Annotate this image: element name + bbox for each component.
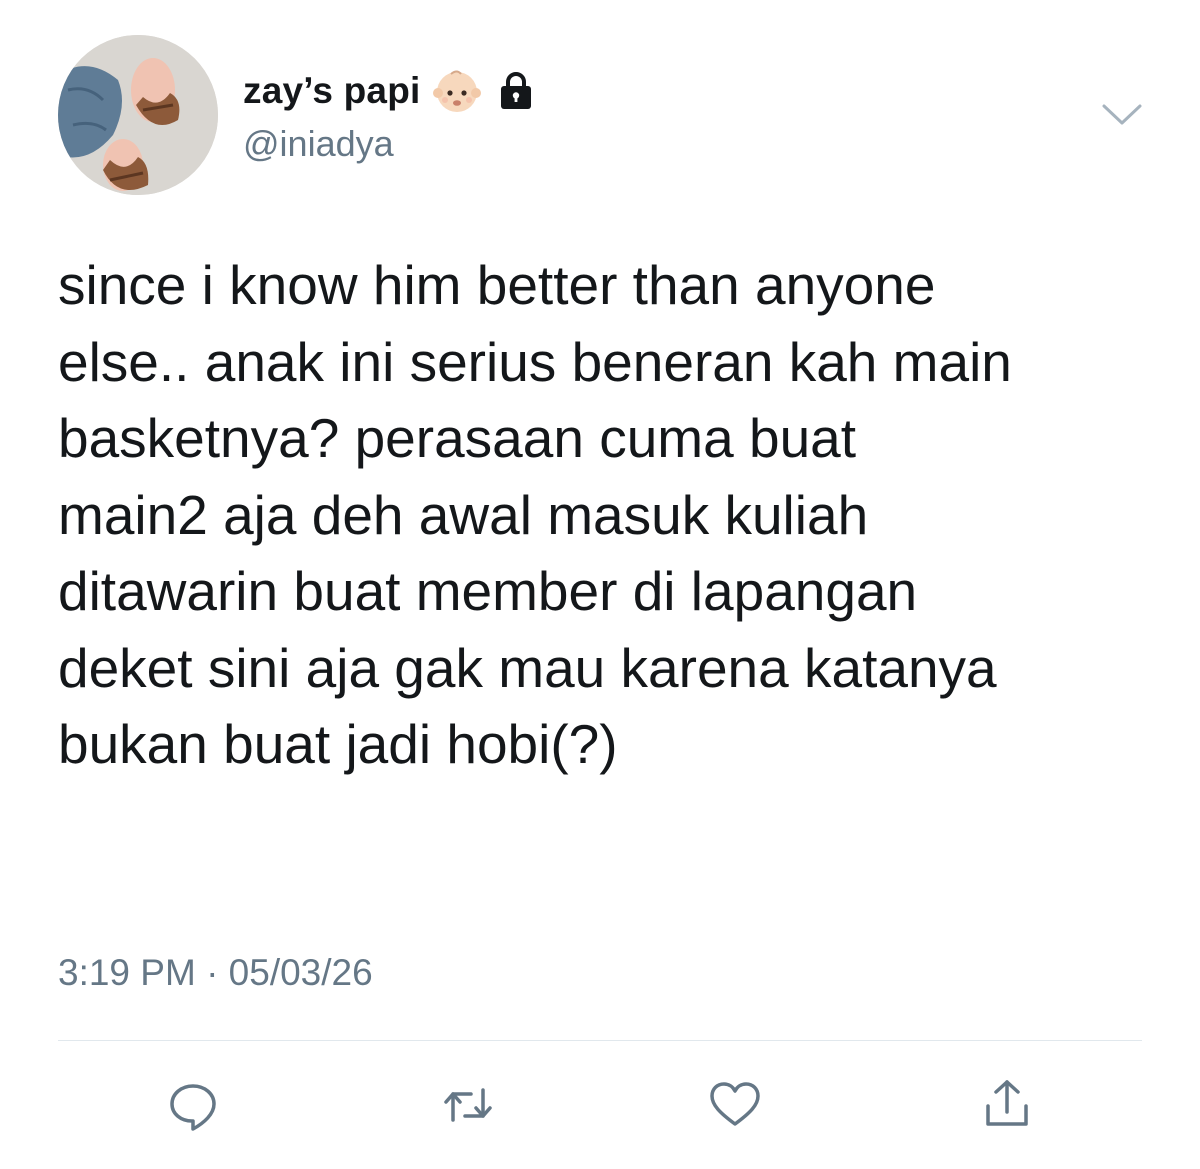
tweet-timestamp[interactable]: 3:19 PM · 05/03/26 <box>58 952 373 994</box>
lock-icon <box>501 72 532 109</box>
share-icon <box>986 1080 1028 1126</box>
tweet-text: since i know him better than anyone else… <box>58 254 1012 775</box>
author-row: zay’s papi <box>243 66 534 116</box>
display-name[interactable]: zay’s papi <box>243 70 420 112</box>
avatar[interactable] <box>58 35 218 195</box>
reply-button[interactable] <box>158 1070 228 1140</box>
action-bar <box>0 1070 1200 1140</box>
baby-emoji-icon <box>433 70 482 112</box>
divider <box>58 1040 1142 1041</box>
reply-icon <box>170 1084 216 1131</box>
heart-icon <box>710 1082 760 1126</box>
retweet-button[interactable] <box>433 1070 503 1140</box>
more-options-chevron-icon[interactable] <box>1100 100 1144 130</box>
avatar-image <box>58 35 218 195</box>
retweet-icon <box>444 1088 492 1122</box>
handle[interactable]: @iniadya <box>243 123 394 165</box>
like-button[interactable] <box>700 1070 770 1140</box>
share-button[interactable] <box>972 1070 1042 1140</box>
